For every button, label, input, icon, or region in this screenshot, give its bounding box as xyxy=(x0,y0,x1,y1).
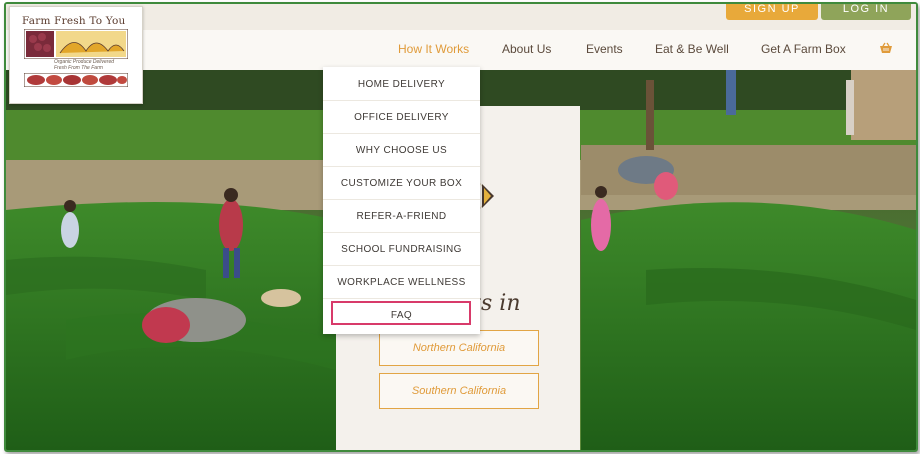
nav-eat-and-be-well[interactable]: Eat & Be Well xyxy=(655,42,729,56)
browser-frame: SIGN UP LOG IN How It Works About Us Eve… xyxy=(4,2,918,452)
sign-up-button[interactable]: SIGN UP xyxy=(726,4,818,20)
how-it-works-dropdown: HOME DELIVERY OFFICE DELIVERY WHY CHOOSE… xyxy=(323,67,480,334)
southern-california-button[interactable]: Southern California xyxy=(379,373,539,409)
vegetable-row-illustration xyxy=(24,73,128,87)
dropdown-item-why-choose-us[interactable]: WHY CHOOSE US xyxy=(323,134,480,167)
logo-tagline-line-2: Fresh From The Farm xyxy=(54,65,103,71)
faq-highlight-box xyxy=(331,301,471,325)
produce-illustration xyxy=(24,29,128,59)
dropdown-item-office-delivery[interactable]: OFFICE DELIVERY xyxy=(323,101,480,134)
nav-get-a-farm-box[interactable]: Get A Farm Box xyxy=(761,42,846,56)
logo-tagline: Organic Produce Delivered Fresh From The… xyxy=(54,59,114,71)
northern-california-button[interactable]: Northern California xyxy=(379,330,539,366)
dropdown-item-customize-your-box[interactable]: CUSTOMIZE YOUR BOX xyxy=(323,167,480,200)
dropdown-item-refer-a-friend[interactable]: REFER-A-FRIEND xyxy=(323,200,480,233)
nav-events[interactable]: Events xyxy=(586,42,623,56)
dropdown-item-school-fundraising[interactable]: SCHOOL FUNDRAISING xyxy=(323,233,480,266)
logo-title: Farm Fresh To You xyxy=(22,15,126,27)
dropdown-item-home-delivery[interactable]: HOME DELIVERY xyxy=(323,68,480,101)
basket-icon[interactable] xyxy=(879,42,893,54)
nav-about-us[interactable]: About Us xyxy=(502,42,551,56)
log-in-button[interactable]: LOG IN xyxy=(821,4,911,20)
logo[interactable]: Farm Fresh To You Organic Produce Delive… xyxy=(9,6,143,104)
nav-how-it-works[interactable]: How It Works xyxy=(398,42,469,56)
dropdown-item-workplace-wellness[interactable]: WORKPLACE WELLNESS xyxy=(323,266,480,299)
